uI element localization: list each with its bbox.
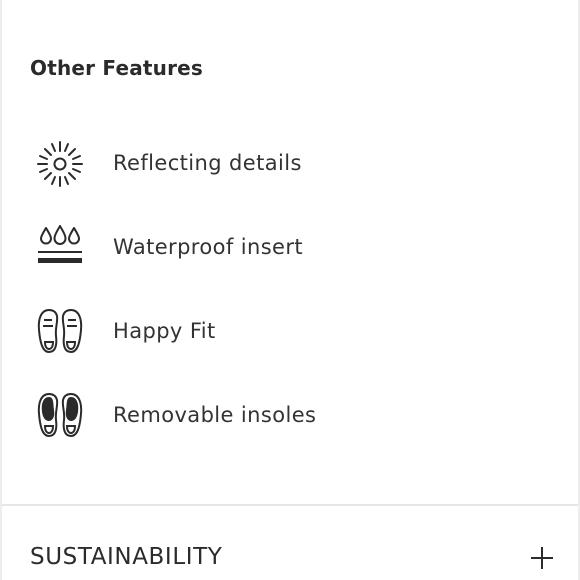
feature-label: Removable insoles	[113, 403, 317, 427]
reflective-sun-icon	[34, 138, 86, 190]
feature-label: Happy Fit	[113, 319, 216, 343]
plus-icon[interactable]	[528, 544, 556, 572]
feature-item-removable-insoles: Removable insoles	[2, 390, 578, 446]
feature-label: Waterproof insert	[113, 235, 304, 259]
product-features-panel: Other Features Reflecting details Waterp…	[0, 0, 580, 580]
feature-item-reflecting-details: Reflecting details	[2, 138, 578, 194]
section-divider	[2, 504, 578, 506]
feature-item-happy-fit: Happy Fit	[2, 306, 578, 362]
feature-label: Reflecting details	[113, 151, 302, 175]
section-title: Other Features	[30, 56, 204, 80]
footprint-soles-icon	[34, 306, 86, 358]
accordion-sustainability[interactable]: SUSTAINABILITY	[2, 530, 578, 580]
insoles-icon	[34, 390, 86, 442]
waterproof-drops-icon	[34, 222, 86, 274]
feature-item-waterproof-insert: Waterproof insert	[2, 222, 578, 278]
accordion-label: SUSTAINABILITY	[30, 544, 223, 570]
